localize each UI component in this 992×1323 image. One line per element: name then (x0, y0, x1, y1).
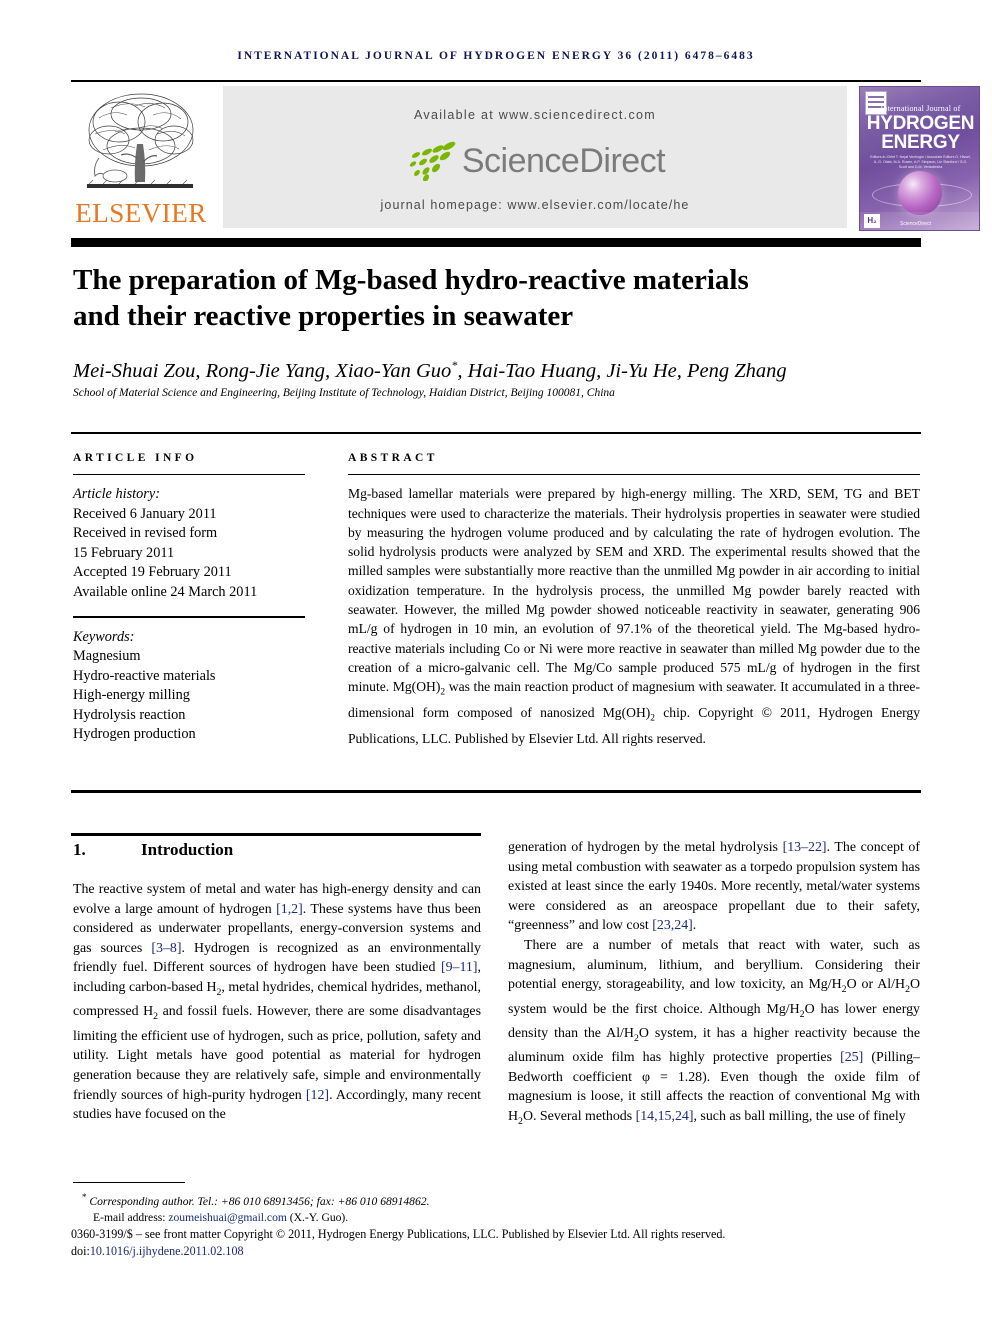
journal-running-head: INTERNATIONAL JOURNAL OF HYDROGEN ENERGY… (237, 50, 755, 62)
article-info-heading: ARTICLE INFO (73, 452, 198, 464)
elsevier-tree-icon (87, 93, 194, 188)
footnote-block: * Corresponding author. Tel.: +86 010 68… (73, 1189, 923, 1227)
citation-link[interactable]: [14,15,24] (636, 1109, 694, 1124)
cover-line-3: ENERGY (881, 132, 960, 153)
citation-link[interactable]: [12] (306, 1088, 329, 1103)
footnote-rule (73, 1182, 185, 1184)
section-top-rule (71, 833, 481, 836)
footnote-marker: * (82, 1192, 87, 1202)
citation-link[interactable]: [25] (840, 1050, 863, 1065)
sciencedirect-leaf-icon (409, 141, 456, 181)
abstract-column: ABSTRACT Mg-based lamellar materials wer… (348, 452, 920, 749)
keywords-label: Keywords: (73, 628, 135, 645)
sciencedirect-logo: ScienceDirect (223, 138, 847, 184)
intro-paragraph-right-2: There are a number of metals that react … (508, 936, 920, 1131)
intro-paragraph-right-1: generation of hydrogen by the metal hydr… (508, 838, 920, 936)
sciencedirect-wordmark: ScienceDirect (461, 141, 666, 180)
abstract-text: Mg-based lamellar materials were prepare… (348, 484, 920, 748)
abstract-heading: ABSTRACT (348, 452, 438, 464)
intro-text: generation of hydrogen by the metal hydr… (508, 840, 783, 855)
elsevier-wordmark: ELSEVIER (75, 198, 207, 228)
cover-editors: Editors-in-Chief T. Nejat Veziroglu / As… (870, 155, 971, 169)
email-suffix: (X.-Y. Guo). (286, 1211, 349, 1225)
corresponding-author-note: * Corresponding author. Tel.: +86 010 68… (73, 1189, 923, 1210)
intro-text: , such as ball milling, the use of finel… (693, 1109, 906, 1125)
citation-link[interactable]: [1,2] (276, 902, 303, 917)
article-info-divider (73, 474, 305, 476)
journal-header-block: ELSEVIER Available at www.sciencedirect.… (71, 86, 980, 231)
abstract-divider (348, 474, 920, 476)
keywords-divider (73, 616, 305, 618)
issn-copyright-line: 0360-3199/$ – see front matter Copyright… (71, 1227, 726, 1241)
intro-text: O. Several methods (522, 1109, 636, 1125)
citation-link[interactable]: [9–11] (441, 960, 478, 975)
intro-text: . (692, 918, 697, 934)
article-history-label: Article history: (73, 486, 160, 503)
body-column-right: generation of hydrogen by the metal hydr… (508, 838, 920, 1131)
cover-sphere-decoration (898, 171, 942, 215)
keyword-item: Hydrogen production (73, 726, 196, 743)
keyword-item: Hydrolysis reaction (73, 706, 186, 723)
article-history-item: Available online 24 March 2011 (73, 583, 258, 600)
section-heading-introduction: 1. Introduction (73, 840, 233, 860)
affiliation: School of Material Science and Engineeri… (73, 387, 615, 399)
citation-link[interactable]: [23,24] (652, 918, 693, 933)
journal-cover-thumbnail: International Journal of HYDROGEN ENERGY… (859, 86, 980, 231)
doi-label: doi: (71, 1244, 90, 1258)
email-note: E-mail address: zoumeishuai@gmail.com (X… (73, 1210, 923, 1227)
corresponding-author-text: Corresponding author. Tel.: +86 010 6891… (89, 1194, 430, 1208)
header-bottom-bar (71, 238, 921, 247)
body-column-left: The reactive system of metal and water h… (73, 880, 481, 1125)
section-number: 1. (73, 840, 86, 859)
sciencedirect-banner: Available at www.sciencedirect.com Scien… (223, 86, 847, 228)
intro-text: O or Al/H (846, 977, 906, 993)
article-history-item: Received in revised form (73, 525, 218, 542)
citation-link[interactable]: [13–22] (783, 840, 827, 855)
elsevier-logo: ELSEVIER (71, 86, 211, 231)
title-line-2: and their reactive properties in seawate… (73, 300, 574, 332)
header-top-rule (71, 80, 921, 82)
email-link[interactable]: zoumeishuai@gmail.com (168, 1211, 287, 1224)
available-at-text: Available at www.sciencedirect.com (414, 108, 656, 122)
abstract-part-1: Mg-based lamellar materials were prepare… (348, 486, 920, 695)
cover-sciencedirect-label: ScienceDirect (900, 221, 931, 227)
paper-page: INTERNATIONAL JOURNAL OF HYDROGEN ENERGY… (0, 0, 992, 1323)
doi-line: doi:10.1016/j.ijhydene.2011.02.108 (71, 1243, 931, 1260)
authors-tail: , Hai-Tao Huang, Ji-Yu He, Peng Zhang (457, 359, 787, 382)
keyword-item: Hydro-reactive materials (73, 667, 216, 684)
abstract-bottom-rule (71, 790, 921, 793)
authors-head: Mei-Shuai Zou, Rong-Jie Yang, Xiao-Yan G… (73, 359, 452, 382)
title-line-1: The preparation of Mg-based hydro-reacti… (73, 264, 749, 296)
keyword-item: High-energy milling (73, 687, 190, 704)
intro-paragraph-left: The reactive system of metal and water h… (73, 880, 481, 1125)
citation-link[interactable]: [3–8] (151, 941, 181, 956)
article-history-item: Accepted 19 February 2011 (73, 564, 232, 581)
doi-link[interactable]: 10.1016/j.ijhydene.2011.02.108 (90, 1244, 244, 1258)
article-info-column: ARTICLE INFO Article history: Received 6… (73, 452, 318, 745)
journal-homepage-text: journal homepage: www.elsevier.com/locat… (380, 198, 690, 212)
article-history-item: Received 6 January 2011 (73, 505, 217, 522)
author-list: Mei-Shuai Zou, Rong-Jie Yang, Xiao-Yan G… (73, 358, 913, 383)
cover-line-1: International Journal of (880, 104, 961, 113)
copyright-block: 0360-3199/$ – see front matter Copyright… (71, 1226, 931, 1260)
section-title: Introduction (141, 840, 234, 859)
abstract-top-rule (71, 432, 921, 434)
email-label: E-mail address: (93, 1211, 169, 1225)
article-history-item: 15 February 2011 (73, 544, 175, 561)
cover-hydrogen-badge: H₂ (864, 214, 880, 228)
page-title: The preparation of Mg-based hydro-reacti… (73, 262, 893, 334)
keyword-item: Magnesium (73, 648, 141, 665)
